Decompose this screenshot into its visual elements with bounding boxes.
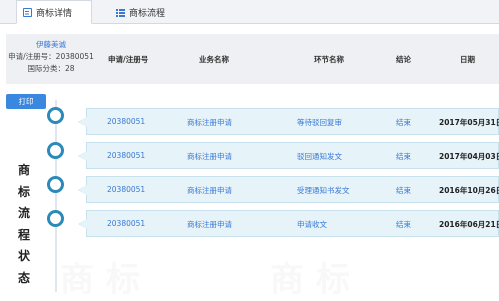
row-business: 商标注册申请	[187, 220, 232, 229]
row-number: 20380051	[107, 219, 146, 228]
watermark: 商 标	[60, 260, 140, 300]
row-result: 结束	[396, 118, 411, 127]
tab-trademark-process[interactable]: 商标流程	[104, 0, 184, 24]
column-header-date: 日期	[460, 55, 475, 64]
print-button[interactable]: 打印	[6, 94, 46, 109]
column-header-step: 环节名称	[314, 55, 344, 64]
timeline-dot	[47, 142, 64, 159]
row-number: 20380051	[107, 117, 146, 126]
timeline-line	[55, 100, 57, 292]
row-number: 20380051	[107, 185, 146, 194]
tab-bar: 商标详情 商标流程	[0, 0, 499, 24]
timeline-dot	[47, 210, 64, 227]
row-date: 2017年04月03日	[439, 152, 499, 161]
row-date: 2017年05月31日	[439, 118, 499, 127]
table-row: 20380051 商标注册申请 申请收文 结束 2016年06月21日	[78, 210, 499, 237]
row-date: 2016年10月26日	[439, 186, 499, 195]
international-class: 国际分类：28	[27, 64, 75, 73]
side-title: 商 标 流 程 状 态	[17, 163, 30, 285]
watermark: 商 标	[270, 260, 350, 300]
list-icon	[116, 8, 125, 17]
row-result: 结束	[396, 220, 411, 229]
table-row: 20380051 商标注册申请 受理通知书发文 结束 2016年10月26日	[78, 176, 499, 203]
row-step: 驳回通知发文	[297, 152, 342, 161]
row-business: 商标注册申请	[187, 118, 232, 127]
tab-label: 商标详情	[36, 8, 73, 19]
row-number: 20380051	[107, 151, 146, 160]
column-header-number: 申请/注册号	[108, 55, 149, 64]
row-business: 商标注册申请	[187, 152, 232, 161]
trademark-name[interactable]: 伊藤美诚	[6, 39, 96, 51]
table-row: 20380051 商标注册申请 驳回通知发文 结束 2017年04月03日	[78, 142, 499, 169]
row-step: 申请收文	[297, 220, 327, 229]
row-step: 等待驳回复审	[297, 118, 342, 127]
column-header-business: 业务名称	[199, 55, 229, 64]
row-step: 受理通知书发文	[297, 186, 350, 195]
timeline-dot	[47, 107, 64, 124]
column-header-result: 结论	[396, 55, 411, 64]
registration-number: 申请/注册号：20380051	[8, 52, 94, 61]
row-result: 结束	[396, 186, 411, 195]
tab-label: 商标流程	[129, 8, 166, 19]
detail-icon	[23, 7, 32, 17]
row-date: 2016年06月21日	[439, 220, 499, 229]
tab-trademark-detail[interactable]: 商标详情	[16, 0, 92, 24]
table-row: 20380051 商标注册申请 等待驳回复审 结束 2017年05月31日	[78, 108, 499, 135]
row-business: 商标注册申请	[187, 186, 232, 195]
row-result: 结束	[396, 152, 411, 161]
table-header: 申请/注册号 业务名称 环节名称 结论 日期	[96, 34, 499, 84]
trademark-info-box: 伊藤美诚 申请/注册号：20380051 国际分类：28	[6, 34, 96, 84]
timeline-dot	[47, 176, 64, 193]
